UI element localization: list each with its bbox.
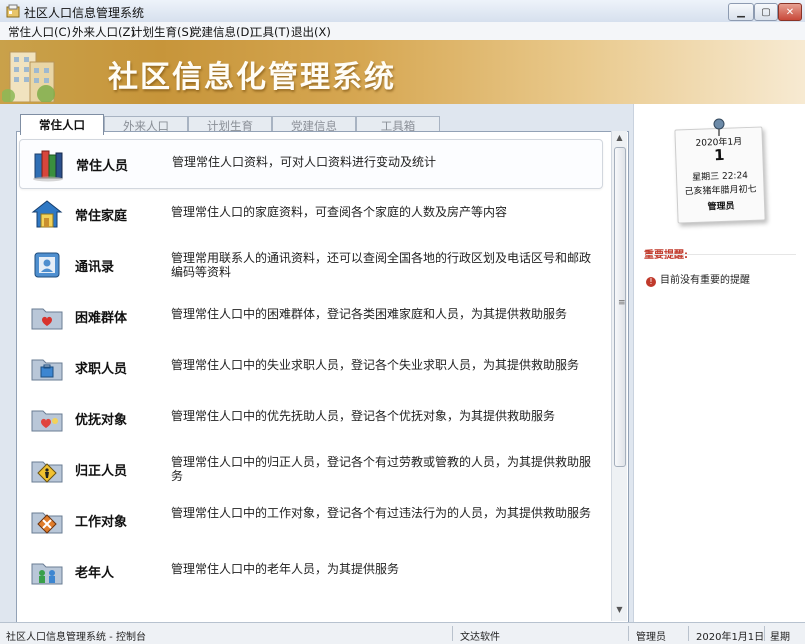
reminder-text: 目前没有重要的提醒 bbox=[660, 275, 750, 286]
calendar-card: 2020年1月 1 星期三 22:24 己亥猪年腊月初七 管理员 bbox=[674, 126, 766, 224]
module-description: 管理常住人口的家庭资料，可查阅各个家庭的人数及房产等内容 bbox=[171, 205, 508, 219]
menu-family-planning[interactable]: 计划生育(S) bbox=[131, 24, 193, 40]
window-title: 社区人口信息管理系统 bbox=[24, 6, 145, 20]
status-bar: 社区人口信息管理系统 - 控制台 文达软件 管理员 2020年1月1日 星期 bbox=[0, 622, 805, 644]
module-row-job-seekers[interactable]: 求职人员 管理常住人口中的失业求职人员，登记各个失业求职人员，为其提供救助服务 bbox=[19, 343, 601, 391]
care-folder-icon bbox=[31, 410, 63, 432]
alert-icon: ! bbox=[646, 277, 656, 287]
minimize-button[interactable]: ▁ bbox=[728, 3, 754, 21]
module-name: 困难群体 bbox=[75, 311, 128, 326]
calendar-day: 1 bbox=[713, 145, 725, 165]
house-icon bbox=[31, 200, 63, 228]
banner-title: 社区信息化管理系统 bbox=[108, 60, 396, 95]
address-book-icon bbox=[34, 252, 60, 278]
elderly-icon bbox=[31, 563, 63, 585]
module-name: 优抚对象 bbox=[75, 413, 128, 428]
menu-bar: 常住人口(C) 外来人口(Z) 计划生育(S) 党建信息(D) 工具(T) 退出… bbox=[0, 22, 805, 41]
tab-resident[interactable]: 常住人口 bbox=[20, 114, 104, 135]
module-row-elderly[interactable]: 老年人 管理常住人口中的老年人员，为其提供服务 bbox=[19, 547, 601, 595]
app-banner: 社区信息化管理系统 bbox=[0, 40, 805, 104]
module-description: 管理常住人口中的归正人员，登记各个有过劳教或管教的人员，为其提供救助服务 bbox=[171, 455, 592, 483]
scroll-thumb[interactable]: ≡ bbox=[614, 147, 626, 467]
module-description: 管理常住人口中的失业求职人员，登记各个失业求职人员，为其提供救助服务 bbox=[171, 358, 580, 372]
books-icon bbox=[33, 150, 63, 182]
building-illustration-icon bbox=[2, 51, 55, 102]
minimize-icon: ▁ bbox=[737, 6, 745, 18]
module-name: 归正人员 bbox=[75, 464, 128, 479]
module-description: 管理常用联系人的通讯资料，还可以查阅全国各地的行政区划及电话区号和邮政编码等资料 bbox=[171, 251, 592, 279]
module-row-work-targets[interactable]: 工作对象 管理常住人口中的工作对象，登记各个有过违法行为的人员，为其提供救助服务 bbox=[19, 496, 601, 544]
module-row-rehabilitated[interactable]: 归正人员 管理常住人口中的归正人员，登记各个有过劳教或管教的人员，为其提供救助服… bbox=[19, 445, 601, 493]
module-description: 管理常住人口资料，可对人口资料进行变动及统计 bbox=[172, 155, 437, 169]
module-name: 常住人员 bbox=[76, 159, 129, 174]
module-row-address-book[interactable]: 通讯录 管理常用联系人的通讯资料，还可以查阅全国各地的行政区划及电话区号和邮政编… bbox=[19, 241, 601, 289]
title-bar: 社区人口信息管理系统 ▁ ▢ ✕ bbox=[0, 0, 805, 23]
job-folder-icon bbox=[31, 359, 63, 381]
module-row-resident-households[interactable]: 常住家庭 管理常住人口的家庭资料，可查阅各个家庭的人数及房产等内容 bbox=[19, 190, 601, 238]
grip-icon: ≡ bbox=[618, 298, 626, 308]
divider bbox=[646, 254, 796, 255]
vertical-scrollbar[interactable]: ▲ ≡ ▼ bbox=[611, 131, 627, 621]
menu-resident-population[interactable]: 常住人口(C) bbox=[8, 24, 71, 40]
scroll-down-arrow-icon[interactable]: ▼ bbox=[612, 605, 627, 617]
close-button[interactable]: ✕ bbox=[778, 3, 802, 21]
app-icon bbox=[6, 4, 20, 18]
status-weekday: 星期 bbox=[770, 632, 790, 643]
info-side-panel: 2020年1月 1 星期三 22:24 己亥猪年腊月初七 管理员 重要提醒: !… bbox=[633, 104, 805, 622]
menu-migrant-population[interactable]: 外来人口(Z) bbox=[72, 24, 135, 40]
module-name: 常住家庭 bbox=[75, 209, 128, 224]
status-company: 文达软件 bbox=[460, 632, 500, 643]
menu-party-info[interactable]: 党建信息(D) bbox=[190, 24, 254, 40]
menu-exit[interactable]: 退出(X) bbox=[291, 24, 331, 40]
module-description: 管理常住人口中的工作对象，登记各个有过违法行为的人员，为其提供救助服务 bbox=[171, 506, 592, 520]
stop-sign-icon bbox=[31, 512, 63, 534]
pushpin-icon bbox=[713, 118, 725, 136]
status-divider bbox=[688, 626, 689, 641]
module-name: 工作对象 bbox=[75, 515, 128, 530]
reminder-item[interactable]: ! 目前没有重要的提醒 bbox=[646, 271, 750, 287]
calendar-user: 管理员 bbox=[707, 201, 735, 213]
module-row-special-care[interactable]: 优抚对象 管理常住人口中的优先抚助人员，登记各个优抚对象，为其提供救助服务 bbox=[19, 394, 601, 442]
heart-folder-icon bbox=[31, 308, 63, 330]
status-divider bbox=[452, 626, 453, 641]
scroll-up-arrow-icon[interactable]: ▲ bbox=[612, 133, 627, 145]
module-row-needy-groups[interactable]: 困难群体 管理常住人口中的困难群体，登记各类困难家庭和人员，为其提供救助服务 bbox=[19, 292, 601, 340]
close-icon: ✕ bbox=[785, 6, 795, 18]
module-list-panel: 常住人员 管理常住人口资料，可对人口资料进行变动及统计 常住家庭 管理常住人口的… bbox=[16, 131, 629, 623]
warning-sign-icon bbox=[31, 461, 63, 483]
module-description: 管理常住人口中的优先抚助人员，登记各个优抚对象，为其提供救助服务 bbox=[171, 409, 556, 423]
module-name: 通讯录 bbox=[75, 260, 115, 275]
module-description: 管理常住人口中的老年人员，为其提供服务 bbox=[171, 562, 400, 576]
module-row-resident-persons[interactable]: 常住人员 管理常住人口资料，可对人口资料进行变动及统计 bbox=[19, 139, 603, 189]
calendar-widget: 2020年1月 1 星期三 22:24 己亥猪年腊月初七 管理员 bbox=[674, 118, 766, 226]
status-divider bbox=[764, 626, 765, 641]
status-divider bbox=[628, 626, 629, 641]
maximize-button[interactable]: ▢ bbox=[754, 3, 778, 21]
module-description: 管理常住人口中的困难群体，登记各类困难家庭和人员，为其提供救助服务 bbox=[171, 307, 568, 321]
status-app-text: 社区人口信息管理系统 - 控制台 bbox=[6, 632, 146, 643]
calendar-lunar-date: 己亥猪年腊月初七 bbox=[684, 184, 757, 198]
module-name: 老年人 bbox=[75, 566, 115, 581]
maximize-icon: ▢ bbox=[761, 6, 771, 18]
menu-tools[interactable]: 工具(T) bbox=[251, 24, 290, 40]
status-user: 管理员 bbox=[636, 632, 666, 643]
status-date: 2020年1月1日 bbox=[696, 632, 765, 643]
module-name: 求职人员 bbox=[75, 362, 128, 377]
tab-label: 常住人口 bbox=[39, 118, 85, 132]
